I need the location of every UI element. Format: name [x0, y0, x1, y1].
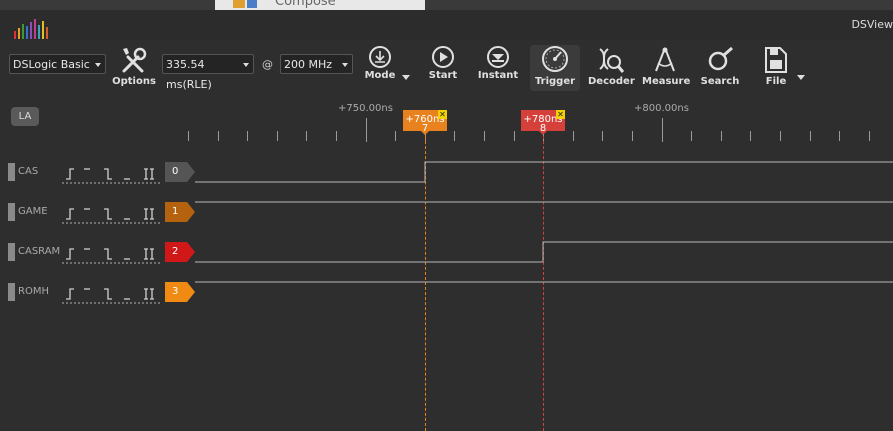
- waveform-casram: [195, 241, 893, 263]
- waveform-area[interactable]: [0, 0, 893, 431]
- waveform-cas: [195, 161, 893, 183]
